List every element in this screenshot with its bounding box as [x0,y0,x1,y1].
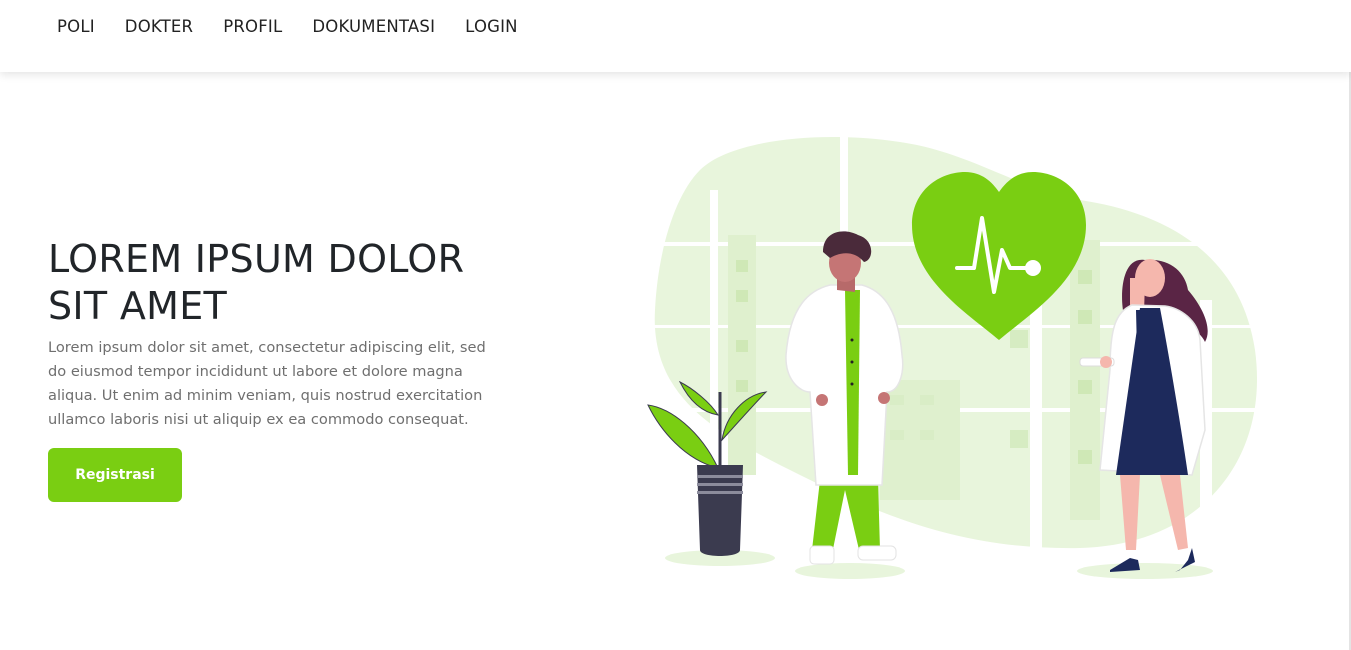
hero-title-line-1: LOREM IPSUM DOLOR [48,237,465,281]
nav-link-dokumentasi[interactable]: DOKUMENTASI [312,17,435,37]
registrasi-button[interactable]: Registrasi [48,448,182,502]
hero-illustration [647,130,1260,579]
hero-title: LOREM IPSUM DOLOR SIT AMET [48,236,518,330]
hero-description: Lorem ipsum dolor sit amet, consectetur … [48,339,486,428]
nav-link-poli[interactable]: POLI [57,17,95,37]
hero-title-line-2: SIT AMET [48,284,228,328]
navbar: POLI DOKTER PROFIL DOKUMENTASI LOGIN [0,0,1351,72]
nav-link-profil[interactable]: PROFIL [223,17,282,37]
nav-link-dokter[interactable]: DOKTER [125,17,193,37]
nav-link-login[interactable]: LOGIN [465,17,518,37]
nav-menu: POLI DOKTER PROFIL DOKUMENTASI LOGIN [57,17,518,37]
hero-section: LOREM IPSUM DOLOR SIT AMET Lorem ipsum d… [48,236,518,432]
